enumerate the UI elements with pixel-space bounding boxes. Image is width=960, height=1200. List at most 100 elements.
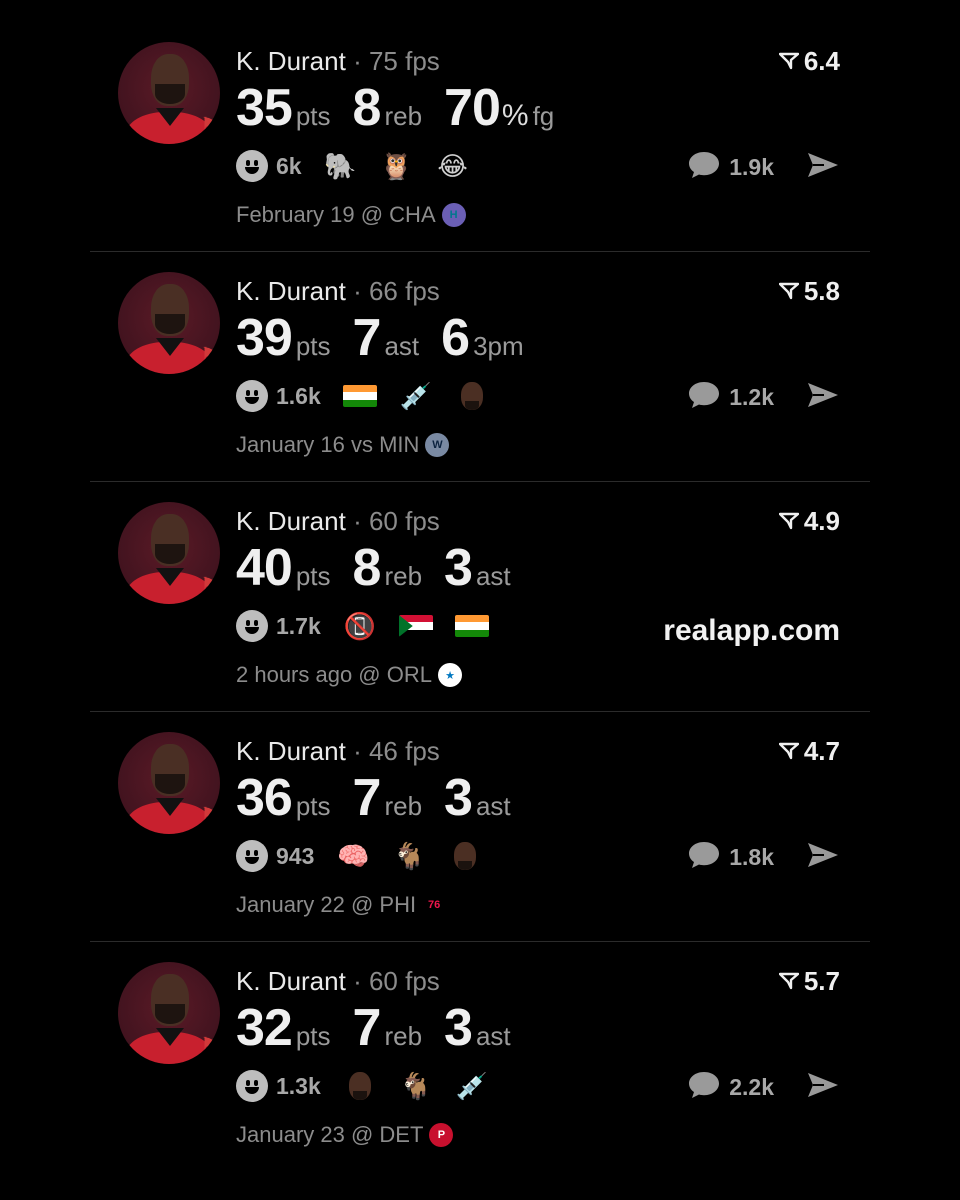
comment-button[interactable]: 1.8k [687,840,774,875]
player-avatar[interactable]: ⚑ [118,272,220,374]
goat-icon[interactable]: 🐐 [392,840,426,872]
player-name[interactable]: K. Durant [236,736,346,766]
comment-count: 2.2k [729,1074,774,1100]
game-info: February 19 @ CHA H [236,202,466,228]
post-card[interactable]: ⚑ K. Durant · 46 fps 4.7 36 pts 7 reb 3 ast 943 🧠 🐐… [90,712,870,942]
speech-bubble-icon [687,150,721,185]
comment-count: 1.2k [729,384,774,410]
speech-bubble-icon [687,1070,721,1105]
player-avatar[interactable]: ⚑ [118,732,220,834]
post-rating[interactable]: 6.4 [778,46,840,77]
player-name[interactable]: K. Durant [236,46,346,76]
reaction-button[interactable]: 1.7k [236,610,321,642]
post-rating[interactable]: 5.7 [778,966,840,997]
owl-icon[interactable]: 🦉 [380,150,414,182]
stat-item: 36 pts [236,768,331,828]
stat-value: 35 [236,79,293,137]
player-avatar[interactable]: ⚑ [118,42,220,144]
stat-item: 8 reb [353,78,423,138]
send-icon [806,383,840,414]
reaction-button[interactable]: 1.3k [236,1070,321,1102]
reaction-count: 1.7k [276,612,321,639]
stat-line: 36 pts 7 reb 3 ast [236,768,533,828]
filter-rating-icon [778,736,800,767]
no-mobile-phones-icon[interactable]: 📵 [343,610,377,642]
share-button[interactable] [806,150,840,185]
player-face-icon [455,380,489,412]
post-rating[interactable]: 5.8 [778,276,840,307]
game-date: February 19 @ CHA [236,202,436,227]
stat-unit: reb [384,101,423,131]
post-card[interactable]: ⚑ K. Durant · 66 fps 5.8 39 pts 7 ast 6 3pm 1.6k 💉… [90,252,870,482]
stat-item: 40 pts [236,538,331,598]
stat-unit: 3pm [473,331,524,361]
reaction-bar: 6k 🐘 🦉 😂 [236,150,470,182]
india-flag-icon [454,615,489,637]
stat-line: 32 pts 7 reb 3 ast [236,998,533,1058]
player-avatar[interactable]: ⚑ [118,962,220,1064]
stat-value: 6 [441,309,470,367]
stat-value: 3 [444,769,473,827]
reaction-count: 1.6k [276,382,321,409]
player-name[interactable]: K. Durant [236,506,346,536]
reaction-emoji[interactable] [398,610,433,642]
share-button[interactable] [806,840,840,875]
stat-unit: reb [384,561,423,591]
sudan-flag-icon [398,615,433,637]
stat-value: 39 [236,309,293,367]
player-name[interactable]: K. Durant [236,966,346,996]
laughing-face-icon[interactable]: 😂 [436,150,470,182]
stat-line: 40 pts 8 reb 3 ast [236,538,533,598]
post-card[interactable]: ⚑ K. Durant · 60 fps 5.7 32 pts 7 reb 3 ast 1.3k 🐐… [90,942,870,1172]
reaction-button[interactable]: 1.6k [236,380,321,412]
fps-score: 66 fps [368,276,440,306]
share-button[interactable] [806,380,840,415]
stat-unit: pts [295,331,331,361]
player-avatar[interactable]: ⚑ [118,502,220,604]
stat-item: 7 reb [353,998,423,1058]
stat-unit: ast [475,561,511,591]
stat-item: 8 reb [353,538,423,598]
share-button[interactable] [806,1070,840,1105]
elephant-icon[interactable]: 🐘 [324,150,358,182]
comment-button[interactable]: 2.2k [687,1070,774,1105]
comment-button[interactable]: 1.2k [687,380,774,415]
reaction-button[interactable]: 6k [236,150,302,182]
post-actions: 1.9k [687,150,840,185]
filter-rating-icon [778,966,800,997]
post-rating[interactable]: 4.9 [778,506,840,537]
game-info: January 16 vs MIN W [236,432,450,458]
post-actions: 1.8k [687,840,840,875]
stat-item: 35 pts [236,78,331,138]
reaction-count: 6k [276,152,302,179]
post-header: K. Durant · 75 fps [236,46,440,77]
syringe-icon[interactable]: 💉 [455,1070,489,1102]
post-card[interactable]: ⚑ K. Durant · 60 fps 4.9 40 pts 8 reb 3 ast 1.7k 📵… [90,482,870,712]
reaction-emoji[interactable] [342,380,377,412]
post-header: K. Durant · 46 fps [236,736,440,767]
reaction-bar: 1.6k 💉 [236,380,489,412]
stat-percent: % [501,99,529,132]
reaction-emoji[interactable] [454,610,489,642]
reaction-bar: 943 🧠 🐐 [236,840,482,872]
stat-unit: ast [475,791,511,821]
post-rating[interactable]: 4.7 [778,736,840,767]
stat-unit: reb [384,791,423,821]
player-face-icon [448,840,482,872]
comment-button[interactable]: 1.9k [687,150,774,185]
separator: · [353,736,362,766]
stat-line: 35 pts 8 reb 70% fg [236,78,576,138]
promo-link[interactable]: realapp.com [663,614,840,648]
filter-rating-icon [778,506,800,537]
player-name[interactable]: K. Durant [236,276,346,306]
reaction-bar: 1.7k 📵 [236,610,489,642]
syringe-icon[interactable]: 💉 [399,380,433,412]
post-card[interactable]: ⚑ K. Durant · 75 fps 6.4 35 pts 8 reb 70% fg 6k 🐘 🦉… [90,22,870,252]
brain-icon[interactable]: 🧠 [336,840,370,872]
stat-value: 70 [444,79,501,137]
goat-icon[interactable]: 🐐 [399,1070,433,1102]
stat-item: 3 ast [444,998,511,1058]
reaction-button[interactable]: 943 [236,840,314,872]
stat-value: 7 [352,309,382,367]
post-header: K. Durant · 60 fps [236,506,440,537]
